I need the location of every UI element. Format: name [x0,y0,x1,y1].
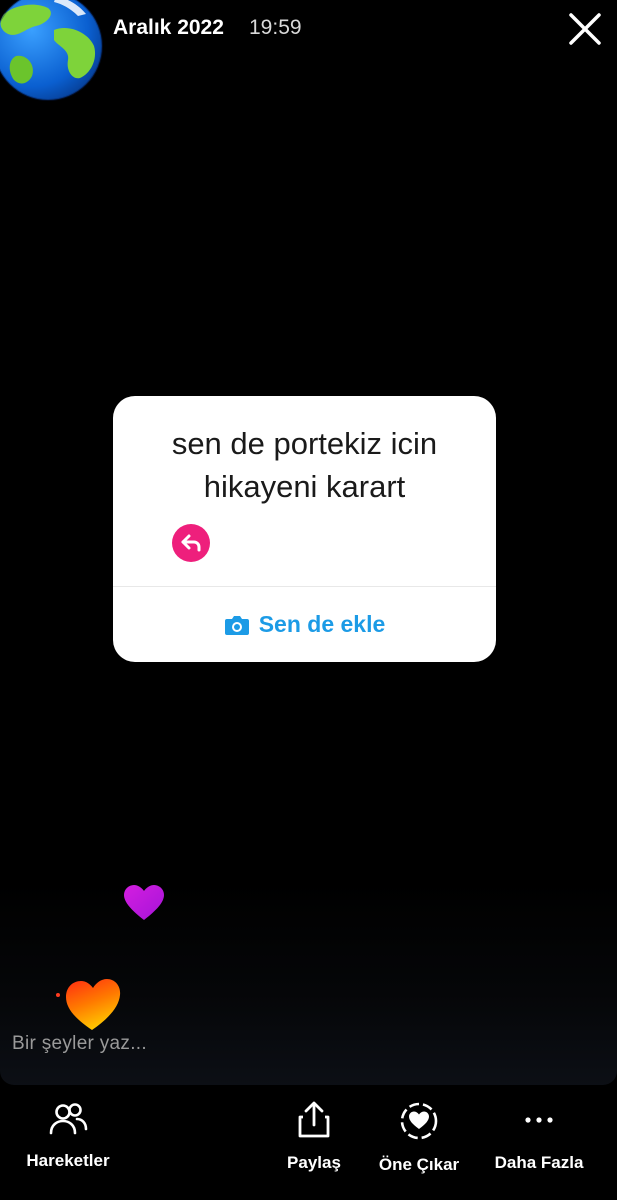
reply-arrow-icon[interactable] [172,524,210,562]
share-icon [298,1101,330,1138]
more-button[interactable]: Daha Fazla [490,1101,588,1173]
share-label: Paylaş [287,1153,341,1172]
add-yours-button[interactable]: Sen de ekle [113,587,496,662]
heart-icon [56,979,121,1030]
add-yours-sticker[interactable]: sen de portekiz icin hikayeni karart Sen… [113,396,496,662]
activity-label: Hareketler [26,1151,110,1170]
camera-icon [224,615,249,635]
heart-icon [124,885,164,920]
bottom-action-bar: Hareketler Paylaş Öne Çıkar Daha Fazla [0,1085,617,1200]
story-date: Aralık 2022 [113,16,224,39]
story-view: Aralık 2022 19:59 sen de portekiz icin h… [0,0,617,1085]
highlight-button[interactable]: Öne Çıkar [372,1101,466,1175]
more-label: Daha Fazla [494,1153,584,1172]
more-dots-icon [525,1117,553,1123]
highlight-heart-icon [400,1102,438,1140]
highlight-label: Öne Çıkar [378,1155,460,1174]
add-yours-label: Sen de ekle [258,611,386,637]
reply-input[interactable]: Bir şeyler yaz... [12,1033,147,1055]
close-icon[interactable] [566,10,604,48]
activity-button[interactable]: Hareketler [20,1101,116,1171]
globe-icon[interactable] [0,0,106,110]
story-time: 19:59 [249,16,302,39]
share-button[interactable]: Paylaş [278,1101,350,1173]
sticker-prompt: sen de portekiz icin hikayeni karart [171,426,438,504]
people-icon [49,1103,88,1135]
